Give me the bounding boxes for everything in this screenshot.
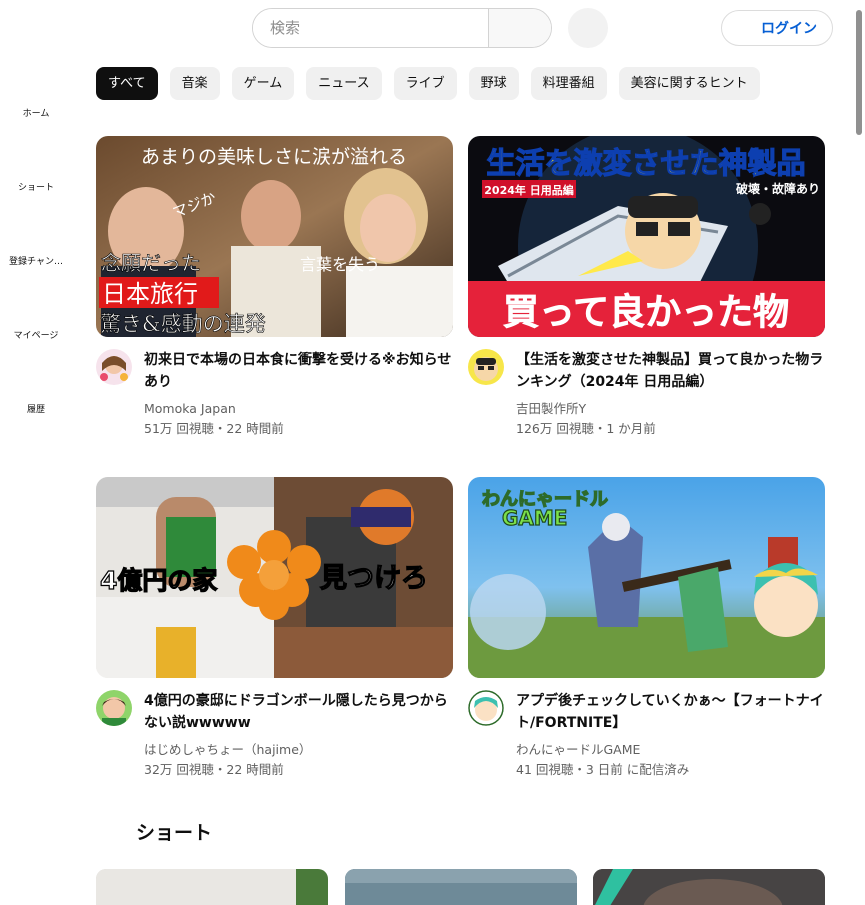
sidebar-item-library[interactable]: マイページ bbox=[0, 328, 72, 341]
thumb-caption: 日本旅行 bbox=[102, 280, 198, 308]
chip-beauty-tips[interactable]: 美容に関するヒント bbox=[618, 67, 760, 100]
video-thumbnail[interactable]: 4億円の家 見つけろ bbox=[96, 477, 453, 678]
video-meta: 【生活を激変させた神製品】買って良かった物ランキング（2024年 日用品編） 吉… bbox=[468, 349, 825, 439]
video-thumbnail[interactable]: 生活を激変させた神製品 2024年 日用品編 破壊・故障あり 買って良かった物 bbox=[468, 136, 825, 337]
video-card[interactable]: 生活を激変させた神製品 2024年 日用品編 破壊・故障あり 買って良かった物 … bbox=[468, 136, 825, 439]
search-box bbox=[252, 8, 552, 48]
channel-name[interactable]: 吉田製作所Y bbox=[516, 399, 825, 419]
sidebar-item-label: ホーム bbox=[22, 109, 50, 119]
short-thumbnail[interactable] bbox=[96, 869, 328, 905]
thumb-caption: あまりの美味しさに涙が溢れる bbox=[141, 145, 407, 168]
video-card[interactable]: 4億円の家 見つけろ 4億円の豪邸にドラゴンボール隠したら見つからない説wwww… bbox=[96, 477, 453, 780]
video-thumbnail[interactable]: あまりの美味しさに涙が溢れる マジか 言葉を失う 念願だった 日本旅行 驚き&感… bbox=[96, 136, 453, 337]
video-stats: 126万 回視聴・1 か月前 bbox=[516, 421, 656, 436]
video-meta: 初来日で本場の日本食に衝撃を受ける※お知らせあり Momoka Japan 51… bbox=[96, 349, 453, 439]
channel-avatar[interactable] bbox=[96, 690, 132, 726]
thumb-caption: 言葉を失う bbox=[300, 255, 380, 274]
sidebar-item-subscriptions[interactable]: 登録チャン… bbox=[0, 254, 72, 267]
video-title[interactable]: 【生活を激変させた神製品】買って良かった物ランキング（2024年 日用品編） bbox=[516, 349, 825, 393]
video-stats: 32万 回視聴・22 時間前 bbox=[144, 762, 284, 777]
login-button[interactable]: ログイン bbox=[721, 10, 833, 46]
thumb-logo: GAME bbox=[502, 506, 567, 530]
chip-all[interactable]: すべて bbox=[96, 67, 158, 100]
chip-news[interactable]: ニュース bbox=[306, 67, 382, 100]
video-title[interactable]: 4億円の豪邸にドラゴンボール隠したら見つからない説wwwww bbox=[144, 690, 453, 734]
channel-avatar[interactable] bbox=[468, 349, 504, 385]
search-input[interactable] bbox=[253, 9, 488, 47]
thumb-caption: 4億円の家 bbox=[100, 566, 217, 595]
thumb-caption: 驚き&感動の連発 bbox=[100, 312, 266, 336]
video-meta: 4億円の豪邸にドラゴンボール隠したら見つからない説wwwww はじめしゃちょー（… bbox=[96, 690, 453, 780]
thumb-caption: 生活を激変させた神製品 bbox=[486, 146, 805, 180]
video-stats: 41 回視聴・3 日前 に配信済み bbox=[516, 762, 690, 777]
channel-name[interactable]: Momoka Japan bbox=[144, 399, 453, 419]
sidebar-item-label: 履歴 bbox=[26, 405, 45, 415]
video-title[interactable]: アプデ後チェックしていくかぁ〜【フォートナイト/FORTNITE】 bbox=[516, 690, 825, 734]
video-card[interactable]: あまりの美味しさに涙が溢れる マジか 言葉を失う 念願だった 日本旅行 驚き&感… bbox=[96, 136, 453, 439]
thumb-caption: 買って良かった物 bbox=[503, 292, 789, 333]
sidebar-item-label: ショート bbox=[17, 183, 54, 193]
thumb-caption: 破壊・故障あり bbox=[736, 181, 820, 196]
chip-music[interactable]: 音楽 bbox=[169, 67, 220, 100]
filter-chips: すべて 音楽 ゲーム ニュース ライブ 野球 料理番組 美容に関するヒント bbox=[96, 67, 784, 101]
video-stats: 51万 回視聴・22 時間前 bbox=[144, 421, 284, 436]
sidebar-item-label: マイページ bbox=[13, 331, 59, 341]
scrollbar[interactable] bbox=[853, 0, 865, 905]
sidebar-item-history[interactable]: 履歴 bbox=[0, 402, 72, 415]
login-label: ログイン bbox=[761, 21, 817, 37]
thumb-caption: 見つけろ bbox=[320, 563, 428, 594]
voice-search-button[interactable] bbox=[568, 8, 608, 48]
shorts-heading: ショート bbox=[136, 822, 213, 844]
channel-avatar[interactable] bbox=[468, 690, 504, 726]
short-thumbnail[interactable] bbox=[593, 869, 825, 905]
thumb-caption: 念願だった bbox=[101, 251, 201, 275]
video-title[interactable]: 初来日で本場の日本食に衝撃を受ける※お知らせあり bbox=[144, 349, 453, 393]
sidebar-item-home[interactable]: ホーム bbox=[0, 106, 72, 119]
search-button[interactable] bbox=[488, 9, 551, 47]
video-card[interactable]: わんにゃードル GAME アプデ後チェックしていくかぁ〜【フォートナイト/FOR… bbox=[468, 477, 825, 780]
chip-gaming[interactable]: ゲーム bbox=[231, 67, 295, 100]
short-thumbnail[interactable] bbox=[345, 869, 577, 905]
sidebar-item-shorts[interactable]: ショート bbox=[0, 180, 72, 193]
chip-live[interactable]: ライブ bbox=[393, 67, 457, 100]
chip-cooking[interactable]: 料理番組 bbox=[530, 67, 607, 100]
channel-name[interactable]: はじめしゃちょー（hajime） bbox=[144, 740, 453, 760]
channel-name[interactable]: わんにゃードルGAME bbox=[516, 740, 825, 760]
channel-avatar[interactable] bbox=[96, 349, 132, 385]
thumb-caption: 2024年 日用品編 bbox=[484, 183, 573, 197]
video-meta: アプデ後チェックしていくかぁ〜【フォートナイト/FORTNITE】 わんにゃード… bbox=[468, 690, 825, 780]
video-thumbnail[interactable]: わんにゃードル GAME bbox=[468, 477, 825, 678]
sidebar-item-label: 登録チャン… bbox=[9, 257, 63, 267]
chip-baseball[interactable]: 野球 bbox=[468, 67, 519, 100]
scrollbar-thumb[interactable] bbox=[856, 10, 862, 135]
